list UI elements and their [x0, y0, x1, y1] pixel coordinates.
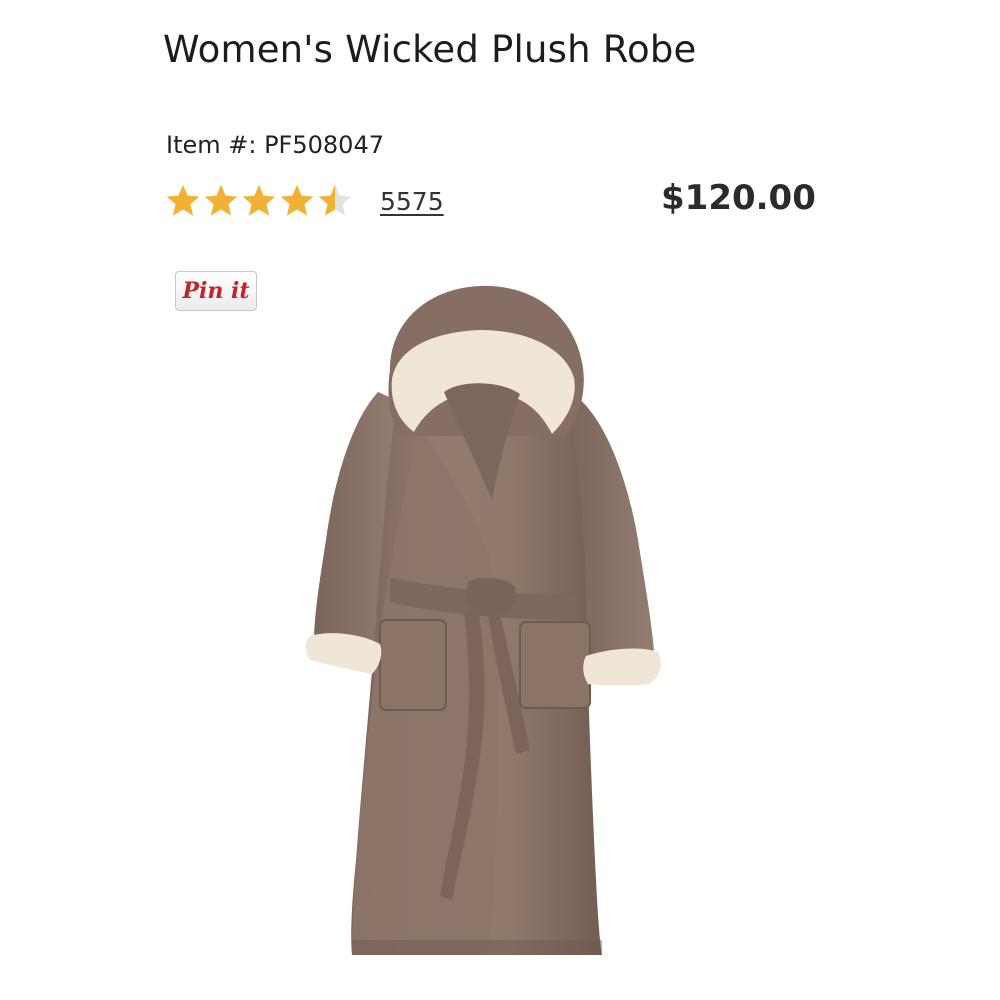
product-price: $120.00	[661, 178, 816, 218]
item-number: Item #: PF508047	[166, 131, 384, 159]
review-count-link[interactable]: 5575	[380, 187, 444, 216]
robe-hem	[352, 940, 602, 955]
product-image[interactable]	[300, 280, 680, 970]
star-icon	[242, 184, 276, 216]
star-icon	[204, 184, 238, 216]
star-rating[interactable]	[164, 182, 354, 220]
robe-left-pocket	[379, 619, 447, 711]
rating-row: 5575	[164, 178, 444, 224]
product-title: Women's Wicked Plush Robe	[163, 28, 697, 71]
pin-it-label: Pin it	[182, 278, 250, 304]
pin-it-button[interactable]: Pin it	[175, 271, 257, 311]
star-icon	[318, 184, 352, 216]
star-icon	[280, 184, 314, 216]
star-icon	[166, 184, 200, 216]
robe-right-pocket	[519, 621, 591, 709]
robe-right-cuff	[583, 648, 661, 686]
